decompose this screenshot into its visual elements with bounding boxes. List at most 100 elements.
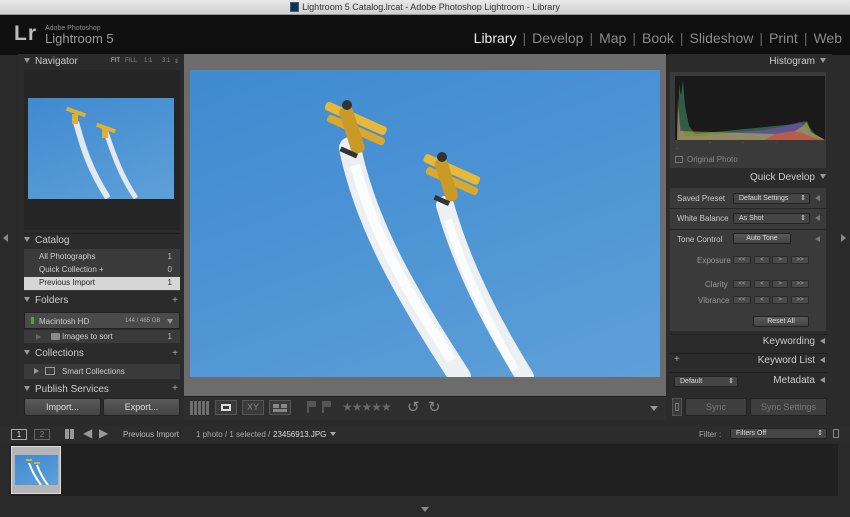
divider <box>670 229 826 230</box>
volume-dropdown-icon[interactable] <box>167 319 173 324</box>
collections-header[interactable]: Collections + <box>24 348 180 362</box>
navigator-preview[interactable] <box>28 98 174 199</box>
original-photo-checkbox[interactable] <box>675 156 683 163</box>
publish-services-header[interactable]: Publish Services + <box>24 384 180 396</box>
collection-row[interactable]: Smart Collections <box>24 364 180 379</box>
metadata-preset-select[interactable]: Default ⇕ <box>674 376 738 387</box>
filter-label: Filter : <box>699 430 722 439</box>
clarity-inc-large[interactable]: >> <box>791 280 809 288</box>
volume-bar[interactable]: Macintosh HD 144 / 465 GB <box>24 312 180 329</box>
zoom-fill[interactable]: FILL <box>125 58 137 64</box>
exposure-inc[interactable]: > <box>772 256 788 264</box>
filmstrip-thumbnail-selected[interactable] <box>11 446 61 494</box>
clarity-dec-large[interactable]: << <box>733 280 751 288</box>
tone-control-expand-icon[interactable] <box>815 236 820 242</box>
catalog-header[interactable]: Catalog <box>24 233 180 247</box>
add-publish-service-button[interactable]: + <box>172 384 178 394</box>
expand-triangle-icon[interactable] <box>34 368 39 374</box>
rotate-right-icon[interactable]: ↻ <box>428 398 441 416</box>
vibrance-dec-large[interactable]: << <box>733 296 751 304</box>
vibrance-inc-large[interactable]: >> <box>791 296 809 304</box>
source-label[interactable]: Previous Import <box>123 430 179 439</box>
zoom-1-1[interactable]: 1:1 <box>144 58 152 64</box>
quick-develop-header[interactable]: Quick Develop <box>670 172 828 186</box>
loupe-view-icon[interactable] <box>215 400 237 415</box>
filter-lock-icon[interactable] <box>833 429 839 438</box>
keywording-header[interactable]: Keywording <box>670 334 828 348</box>
vibrance-inc[interactable]: > <box>772 296 788 304</box>
primary-display-button[interactable]: 1 <box>11 429 27 440</box>
toolbar-menu-icon[interactable] <box>650 406 658 411</box>
auto-tone-button[interactable]: Auto Tone <box>733 233 791 244</box>
filter-select[interactable]: Filters Off ⇕ <box>730 428 827 439</box>
histogram-header[interactable]: Histogram <box>670 56 828 70</box>
exposure-inc-large[interactable]: >> <box>791 256 809 264</box>
right-panel-toggle[interactable] <box>841 234 846 242</box>
catalog-item[interactable]: Quick Collection + 0 <box>24 264 180 277</box>
module-map[interactable]: Map <box>599 30 626 48</box>
bottom-panel-toggle[interactable] <box>421 507 429 512</box>
catalog-item-label: Quick Collection + <box>39 265 104 274</box>
white-balance-select[interactable]: As Shot ⇕ <box>733 213 810 224</box>
module-develop[interactable]: Develop <box>532 30 583 48</box>
collapse-triangle-icon <box>24 58 30 63</box>
catalog-item[interactable]: All Photographs 1 <box>24 250 180 263</box>
flag-pick-icon[interactable] <box>307 401 316 413</box>
zoom-3-1[interactable]: 3:1 <box>162 58 170 64</box>
saved-preset-expand-icon[interactable] <box>815 195 820 201</box>
saved-preset-label: Saved Preset <box>677 194 726 203</box>
forward-arrow-icon[interactable]: ▶ <box>99 426 108 440</box>
clarity-dec[interactable]: < <box>754 280 770 288</box>
zoom-stepper-icon[interactable]: ⇕ <box>174 58 179 65</box>
filename-label[interactable]: 23456913.JPG <box>273 430 326 439</box>
exposure-dec-large[interactable]: << <box>733 256 751 264</box>
reset-all-button[interactable]: Reset All <box>753 316 809 327</box>
collapse-triangle-icon <box>24 386 30 391</box>
collapse-triangle-icon <box>24 237 30 242</box>
volume-name: Macintosh HD <box>39 317 90 326</box>
module-slideshow[interactable]: Slideshow <box>690 30 754 48</box>
folder-row[interactable]: Images to sort 1 <box>24 330 180 343</box>
grid-view-icon[interactable] <box>190 401 210 415</box>
expand-triangle-icon[interactable] <box>36 334 41 340</box>
clarity-inc[interactable]: > <box>772 280 788 288</box>
grid-icon[interactable] <box>65 429 75 439</box>
add-folder-button[interactable]: + <box>172 295 178 306</box>
sync-button[interactable]: Sync <box>685 398 747 416</box>
saved-preset-select[interactable]: Default Settings ⇕ <box>733 193 810 204</box>
survey-view-icon[interactable] <box>269 400 291 415</box>
import-button[interactable]: Import... <box>24 398 101 416</box>
module-library[interactable]: Library <box>474 30 517 48</box>
export-button[interactable]: Export... <box>103 398 180 416</box>
metadata-header[interactable]: Default ⇕ Metadata <box>670 372 828 388</box>
add-collection-button[interactable]: + <box>172 348 178 359</box>
back-arrow-icon[interactable]: ◀ <box>83 426 92 440</box>
zoom-fit[interactable]: FIT <box>111 58 120 64</box>
module-book[interactable]: Book <box>642 30 674 48</box>
navigator-header[interactable]: Navigator FIT FILL 1:1 3:1 ⇕ <box>24 56 180 70</box>
left-panel-toggle[interactable] <box>3 234 8 242</box>
folders-title: Folders <box>35 295 69 306</box>
compare-view-icon[interactable]: XY <box>242 400 264 415</box>
star-rating[interactable]: ★★★★★ <box>342 400 392 414</box>
module-print[interactable]: Print <box>769 30 798 48</box>
flag-reject-icon[interactable] <box>322 401 331 413</box>
auto-sync-switch[interactable] <box>672 398 682 416</box>
catalog-item-label: Previous Import <box>39 278 96 287</box>
publish-services-title: Publish Services <box>35 384 109 395</box>
sync-settings-button[interactable]: Sync Settings <box>750 398 827 416</box>
filename-dropdown-icon[interactable] <box>330 432 336 436</box>
main-photo[interactable] <box>190 70 660 388</box>
white-balance-expand-icon[interactable] <box>815 215 820 221</box>
vibrance-dec[interactable]: < <box>754 296 770 304</box>
brand-name: Lightroom 5 <box>45 31 114 46</box>
folders-header[interactable]: Folders + <box>24 295 180 309</box>
exposure-dec[interactable]: < <box>754 256 770 264</box>
add-keyword-button[interactable]: + <box>674 354 680 365</box>
catalog-item-selected[interactable]: Previous Import 1 <box>24 277 180 290</box>
keyword-list-header[interactable]: + Keyword List <box>670 353 828 367</box>
histogram-chart <box>675 76 825 140</box>
rotate-left-icon[interactable]: ↺ <box>407 398 420 416</box>
secondary-display-button[interactable]: 2 <box>34 429 50 440</box>
module-web[interactable]: Web <box>813 30 842 48</box>
